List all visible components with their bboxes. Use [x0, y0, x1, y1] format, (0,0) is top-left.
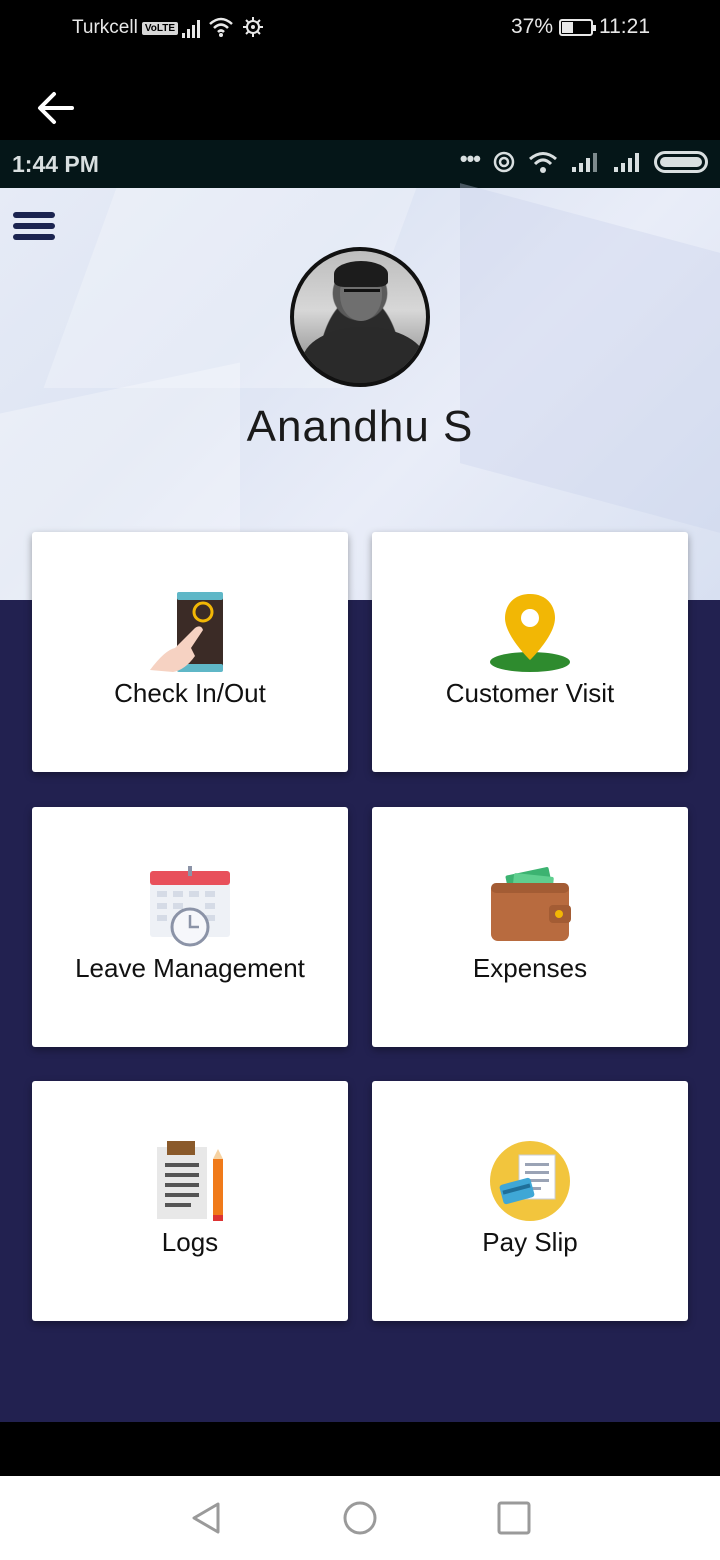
payslip-icon	[490, 1141, 570, 1221]
leave-management-card[interactable]: Leave Management	[32, 807, 348, 1047]
back-arrow-icon[interactable]	[36, 90, 76, 126]
logs-card[interactable]: Logs	[32, 1081, 348, 1321]
map-pin-icon	[490, 594, 570, 672]
customer-visit-card[interactable]: Customer Visit	[372, 532, 688, 772]
volte-badge: VoLTE	[141, 21, 178, 35]
top-navigation-bar	[0, 60, 720, 140]
inner-wifi-icon	[529, 152, 557, 173]
battery-icon	[559, 18, 596, 36]
menu-hamburger-icon[interactable]	[13, 212, 55, 244]
system-navigation-bar	[0, 1476, 720, 1560]
pay-slip-card[interactable]: Pay Slip	[372, 1081, 688, 1321]
inner-battery-icon	[654, 151, 708, 173]
nav-recents-icon[interactable]	[496, 1500, 532, 1536]
battery-percent: 37%	[510, 15, 553, 38]
menu-label: Customer Visit	[445, 678, 615, 708]
signal-icon	[182, 18, 200, 38]
settings-gear-icon	[243, 17, 263, 37]
system-clock: 11:21	[599, 15, 650, 38]
system-signal-icons	[182, 16, 264, 38]
menu-label: Leave Management	[75, 953, 305, 983]
app-bottom-bar	[0, 1422, 720, 1476]
system-status-right: 37% 11:21	[511, 15, 650, 39]
check-in-out-card[interactable]: Check In/Out	[32, 532, 348, 772]
inner-status-bar: 1:44 PM •••	[0, 140, 720, 188]
nav-home-icon[interactable]	[342, 1500, 378, 1536]
hotspot-icon	[493, 151, 515, 173]
more-dots-icon: •••	[459, 146, 481, 171]
system-status-bar: Turkcell VoLTE 37% 11:21	[0, 0, 720, 60]
wifi-icon	[209, 17, 233, 37]
notes-pencil-icon	[157, 1141, 223, 1221]
nav-back-icon[interactable]	[188, 1500, 224, 1536]
inner-clock: 1:44 PM	[12, 151, 99, 177]
menu-label: Logs	[161, 1227, 219, 1257]
inner-status-icons: •••	[460, 146, 708, 174]
menu-label: Check In/Out	[114, 678, 266, 708]
carrier-label: Turkcell VoLTE	[72, 17, 178, 39]
calendar-clock-icon	[150, 866, 230, 947]
user-name: Anandhu S	[246, 402, 474, 451]
app-screen: 1:44 PM ••• Anandhu S Check In/Out Custo…	[0, 140, 720, 1422]
inner-signal-icon-1	[572, 153, 597, 172]
menu-label: Pay Slip	[482, 1227, 578, 1257]
wallet-icon	[491, 867, 571, 941]
expenses-card[interactable]: Expenses	[372, 807, 688, 1047]
phone-touch-icon	[150, 592, 223, 672]
menu-label: Expenses	[472, 953, 588, 983]
carrier-name: Turkcell	[72, 17, 138, 38]
inner-signal-icon-2	[614, 153, 639, 172]
avatar[interactable]	[290, 247, 430, 387]
